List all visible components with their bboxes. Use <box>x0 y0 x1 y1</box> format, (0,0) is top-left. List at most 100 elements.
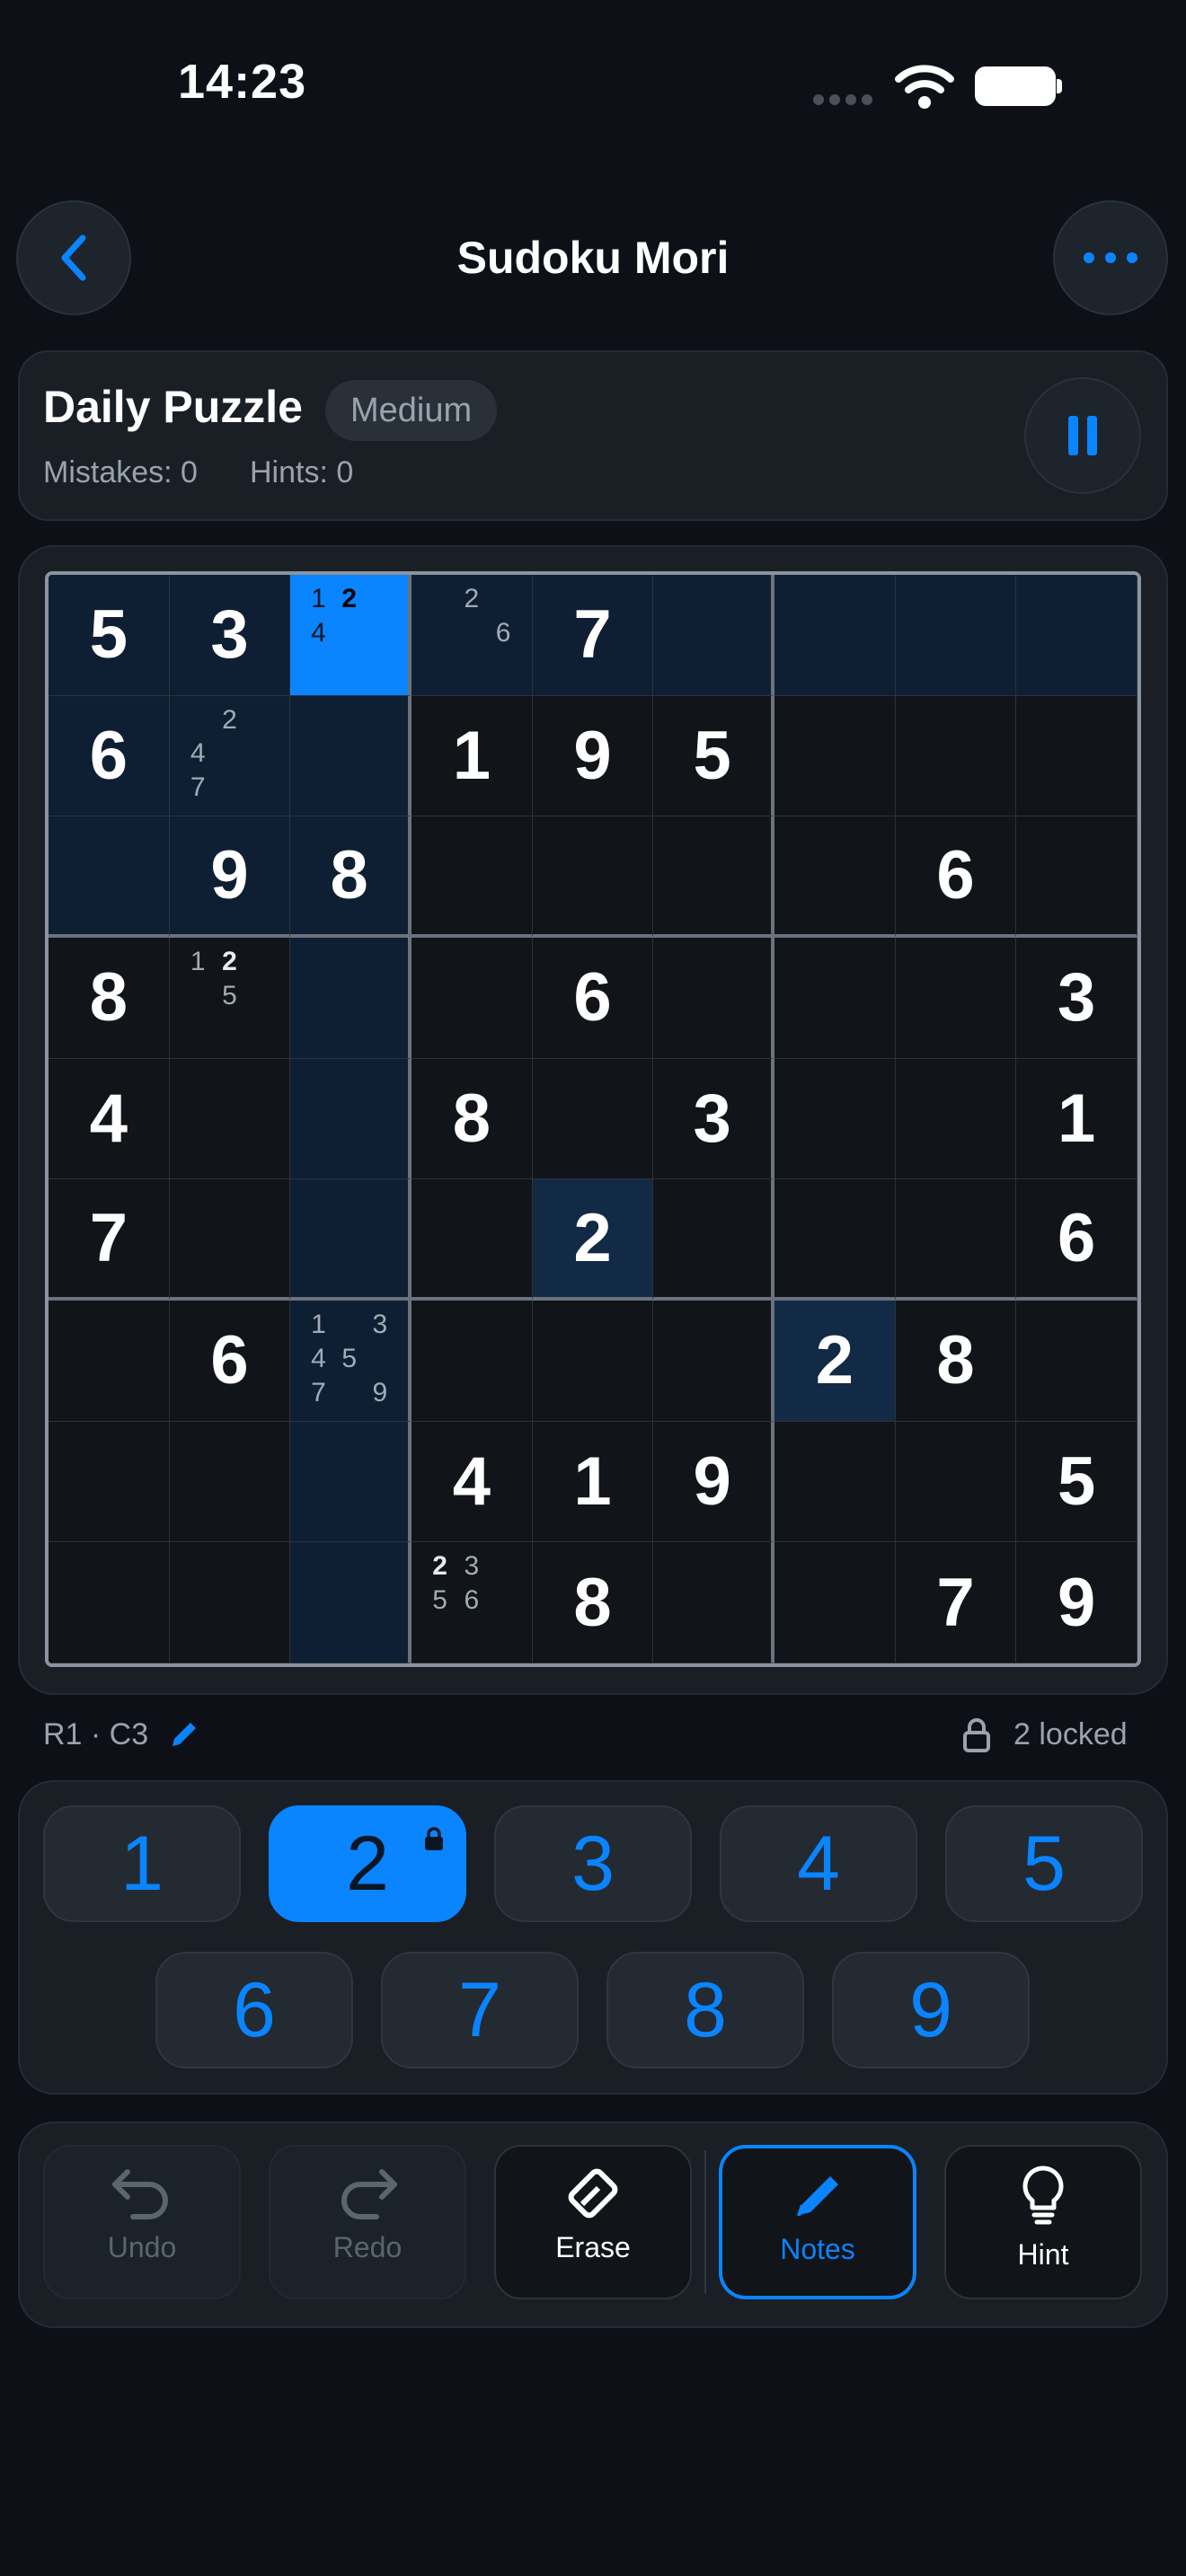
board-cell[interactable]: 26 <box>412 575 533 696</box>
board-cell[interactable] <box>412 1301 533 1422</box>
number-button-3[interactable]: 3 <box>494 1805 692 1922</box>
board-cell[interactable]: 9 <box>532 695 654 817</box>
board-cell[interactable]: 2 <box>774 1301 896 1422</box>
board-cell[interactable] <box>1016 575 1137 696</box>
board-cell[interactable]: 9 <box>1016 1542 1137 1663</box>
board-cell[interactable] <box>532 1301 654 1422</box>
board-cell[interactable]: 1 <box>532 1421 654 1543</box>
board-cell[interactable]: 124 <box>290 575 412 696</box>
board-cell[interactable] <box>49 1301 170 1422</box>
board-cell[interactable] <box>169 1542 291 1663</box>
board-cell[interactable] <box>653 1301 774 1422</box>
board-cell[interactable] <box>653 1179 774 1301</box>
board-cell[interactable]: 9 <box>653 1421 774 1543</box>
more-button[interactable] <box>1053 200 1168 315</box>
board-cell[interactable]: 1 <box>412 695 533 817</box>
board-cell[interactable] <box>653 816 774 938</box>
number-button-1[interactable]: 1 <box>43 1805 241 1922</box>
board-cell[interactable]: 2 <box>532 1179 654 1301</box>
board-cell[interactable]: 8 <box>895 1301 1017 1422</box>
number-button-7[interactable]: 7 <box>381 1952 579 2069</box>
erase-button[interactable]: Erase <box>494 2145 692 2299</box>
board-cell[interactable]: 1 3 457 9 <box>290 1301 412 1422</box>
board-cell[interactable]: 2356 <box>412 1542 533 1663</box>
number-button-2[interactable]: 2 <box>269 1805 466 1922</box>
number-button-5[interactable]: 5 <box>945 1805 1143 1922</box>
board-cell[interactable]: 8 <box>412 1058 533 1180</box>
board-cell[interactable] <box>49 1542 170 1663</box>
board-cell[interactable] <box>895 695 1017 817</box>
board-cell[interactable]: 7 <box>895 1542 1017 1663</box>
board-cell[interactable] <box>895 938 1017 1059</box>
board-cell[interactable] <box>290 695 412 817</box>
board-cell[interactable] <box>653 575 774 696</box>
sudoku-board[interactable]: 5312426762471959868125634831726613457928… <box>45 571 1141 1667</box>
board-cell[interactable] <box>1016 816 1137 938</box>
board-cell[interactable] <box>412 938 533 1059</box>
cell-value: 9 <box>573 717 612 794</box>
board-cell[interactable] <box>49 1421 170 1543</box>
board-cell[interactable]: 3 <box>1016 938 1137 1059</box>
board-cell[interactable]: 8 <box>532 1542 654 1663</box>
board-cell[interactable]: 3 <box>653 1058 774 1180</box>
board-cell[interactable] <box>895 1421 1017 1543</box>
board-cell[interactable]: 7 <box>532 575 654 696</box>
board-cell[interactable] <box>532 1058 654 1180</box>
board-cell[interactable] <box>412 1179 533 1301</box>
number-button-9[interactable]: 9 <box>832 1952 1030 2069</box>
board-cell[interactable] <box>1016 695 1137 817</box>
board-cell[interactable]: 6 <box>895 816 1017 938</box>
board-cell[interactable] <box>895 1179 1017 1301</box>
board-cell[interactable] <box>774 575 896 696</box>
board-cell[interactable]: 6 <box>169 1301 291 1422</box>
board-cell[interactable] <box>290 938 412 1059</box>
board-cell[interactable] <box>169 1058 291 1180</box>
number-button-4[interactable]: 4 <box>720 1805 917 1922</box>
board-cell[interactable]: 9 <box>169 816 291 938</box>
board-cell[interactable] <box>774 1542 896 1663</box>
board-cell[interactable] <box>290 1179 412 1301</box>
board-cell[interactable] <box>895 1058 1017 1180</box>
board-cell[interactable]: 5 <box>653 695 774 817</box>
board-cell[interactable] <box>169 1179 291 1301</box>
board-cell[interactable] <box>1016 1301 1137 1422</box>
board-cell[interactable] <box>653 1542 774 1663</box>
board-cell[interactable]: 1 <box>1016 1058 1137 1180</box>
board-cell[interactable] <box>774 938 896 1059</box>
board-cell[interactable]: 5 <box>1016 1421 1137 1543</box>
board-cell[interactable] <box>653 938 774 1059</box>
board-cell[interactable] <box>774 816 896 938</box>
board-cell[interactable] <box>774 1421 896 1543</box>
board-cell[interactable]: 4 <box>49 1058 170 1180</box>
board-cell[interactable] <box>774 1179 896 1301</box>
board-cell[interactable]: 6 <box>49 695 170 817</box>
number-button-8[interactable]: 8 <box>606 1952 804 2069</box>
board-cell[interactable]: 247 <box>169 695 291 817</box>
board-cell[interactable] <box>169 1421 291 1543</box>
notes-toggle-button[interactable]: Notes <box>719 2145 916 2299</box>
board-cell[interactable]: 7 <box>49 1179 170 1301</box>
board-cell[interactable]: 5 <box>49 575 170 696</box>
board-cell[interactable]: 8 <box>290 816 412 938</box>
board-cell[interactable]: 8 <box>49 938 170 1059</box>
board-cell[interactable] <box>290 1058 412 1180</box>
board-cell[interactable] <box>532 816 654 938</box>
pause-button[interactable] <box>1024 377 1141 494</box>
board-cell[interactable]: 4 <box>412 1421 533 1543</box>
number-button-6[interactable]: 6 <box>155 1952 353 2069</box>
board-cell[interactable] <box>774 1058 896 1180</box>
board-cell[interactable]: 12 5 <box>169 938 291 1059</box>
board-cell[interactable] <box>774 695 896 817</box>
board-cell[interactable]: 6 <box>532 938 654 1059</box>
board-cell[interactable] <box>49 816 170 938</box>
board-cell[interactable] <box>290 1421 412 1543</box>
back-button[interactable] <box>16 200 131 315</box>
board-cell[interactable] <box>895 575 1017 696</box>
undo-button[interactable]: Undo <box>43 2145 241 2299</box>
hint-button[interactable]: Hint <box>944 2145 1142 2299</box>
board-cell[interactable]: 3 <box>169 575 291 696</box>
board-cell[interactable] <box>412 816 533 938</box>
redo-button[interactable]: Redo <box>269 2145 466 2299</box>
board-cell[interactable] <box>290 1542 412 1663</box>
board-cell[interactable]: 6 <box>1016 1179 1137 1301</box>
